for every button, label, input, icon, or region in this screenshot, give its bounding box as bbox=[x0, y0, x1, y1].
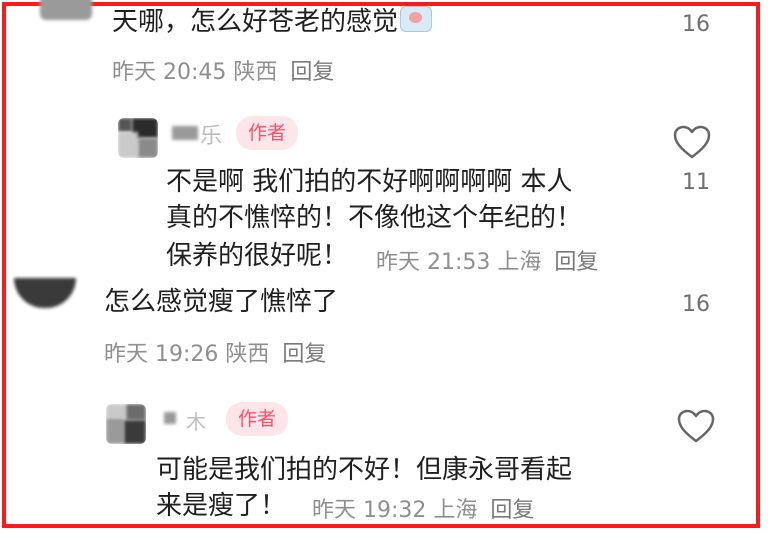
username[interactable] bbox=[172, 126, 198, 140]
reply-button[interactable]: 回复 bbox=[282, 342, 326, 367]
username[interactable] bbox=[164, 412, 176, 424]
comment-location: 陕西 bbox=[233, 60, 278, 85]
like-count: 11 bbox=[682, 170, 710, 195]
comment-line: 保养的很好呢！ bbox=[166, 241, 349, 271]
comment-meta: 昨天 19:26 陕西 回复 bbox=[104, 336, 326, 368]
comment-text: 怎么感觉瘦了憔悴了 bbox=[104, 287, 339, 317]
comment-meta: 昨天 21:53 上海 回复 bbox=[376, 244, 598, 276]
heart-icon[interactable] bbox=[676, 408, 716, 444]
reply-button[interactable]: 回复 bbox=[290, 60, 334, 85]
author-badge: 作者 bbox=[226, 402, 289, 436]
avatar[interactable] bbox=[40, 0, 92, 20]
username-fragment: 木 bbox=[186, 410, 206, 434]
comment-location: 上海 bbox=[497, 250, 542, 275]
comment-line: 可能是我们拍的不好！但康永哥看起 bbox=[156, 455, 573, 485]
comment-line: 来是瘦了！ bbox=[156, 491, 287, 521]
avatar[interactable] bbox=[118, 118, 158, 158]
comment-time: 昨天 19:26 bbox=[104, 342, 219, 367]
heart-icon[interactable] bbox=[672, 124, 712, 160]
avatar[interactable] bbox=[106, 404, 146, 444]
comment-text: 天哪，怎么好苍老的感觉 bbox=[112, 4, 433, 40]
comment-line: 不是啊 我们拍的不好啊啊啊啊 本人 bbox=[166, 167, 573, 197]
comment-time: 昨天 20:45 bbox=[112, 60, 227, 85]
reply-button[interactable]: 回复 bbox=[554, 250, 598, 275]
author-badge: 作者 bbox=[236, 116, 299, 150]
like-count: 16 bbox=[682, 12, 710, 37]
comment-meta: 昨天 19:32 上海 回复 bbox=[312, 492, 534, 524]
reply-button[interactable]: 回复 bbox=[490, 498, 534, 523]
comment-time: 昨天 21:53 bbox=[376, 250, 491, 275]
sweat-face-icon bbox=[400, 6, 433, 32]
like-count: 16 bbox=[682, 292, 710, 317]
comment-line: 真的不憔悴的！不像他这个年纪的！ bbox=[166, 203, 583, 233]
comment-location: 陕西 bbox=[225, 342, 270, 367]
comment-meta: 昨天 20:45 陕西 回复 bbox=[112, 54, 334, 86]
comment-location: 上海 bbox=[433, 498, 478, 523]
comment-time: 昨天 19:32 bbox=[312, 498, 427, 523]
username-fragment: 乐 bbox=[200, 124, 223, 149]
